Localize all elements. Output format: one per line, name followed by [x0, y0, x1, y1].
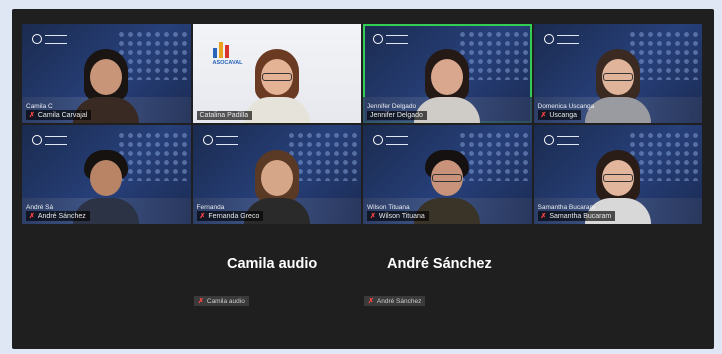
participant-name-label: ✗ Samantha Bucaram [537, 211, 616, 221]
video-tile-active-speaker[interactable]: Jennifer Delgado Jennifer Delgado [363, 24, 532, 123]
tile-caption: André Sá [26, 204, 54, 211]
glasses-icon [432, 174, 463, 182]
tile-caption: Wilson Tituana [367, 204, 410, 211]
glasses-icon [261, 73, 292, 81]
video-tile[interactable]: Fernanda ✗ Fernanda Greco [192, 125, 361, 224]
participant-name-label: ✗ Fernanda Greco [196, 211, 264, 221]
participant-name-label: Catalina Padilla [196, 111, 253, 120]
org-logo-icon [32, 135, 67, 145]
video-tile[interactable]: André Sá ✗ André Sánchez [22, 125, 191, 224]
mic-muted-icon: ✗ [199, 213, 206, 220]
mic-muted-icon: ✗ [540, 213, 547, 220]
audio-participant-label: ✗ André Sánchez [364, 296, 426, 306]
mic-muted-icon: ✗ [29, 213, 35, 220]
video-tile[interactable]: Camila C ✗ Camila Carvajal [22, 24, 191, 123]
video-tile[interactable]: ASOCAVAL Catalina Padilla [192, 24, 361, 123]
participant-name-label: ✗ Uscanga [537, 110, 582, 120]
participant-video [583, 45, 653, 123]
participant-video [242, 45, 312, 123]
video-tile[interactable]: Domenica Uscanga ✗ Uscanga [533, 24, 702, 123]
org-logo-icon [32, 34, 67, 44]
video-grid: Camila C ✗ Camila Carvajal ASOCAVAL Cata… [22, 24, 702, 224]
video-tile[interactable]: Wilson Tituana ✗ Wilson Tituana [363, 125, 532, 224]
tile-caption: Samantha Bucaram [537, 204, 595, 211]
tile-caption: Jennifer Delgado [367, 103, 417, 110]
mic-muted-icon: ✗ [368, 298, 374, 305]
org-logo-icon [543, 135, 579, 145]
org-logo-icon [543, 34, 579, 44]
org-logo-icon [373, 135, 408, 145]
mic-muted-icon: ✗ [29, 112, 35, 119]
tile-caption: Camila C [26, 103, 53, 110]
org-logo-icon [373, 34, 408, 44]
tile-caption: Domenica Uscanga [537, 103, 595, 110]
asocaval-logo: ASOCAVAL [212, 42, 243, 66]
glasses-icon [602, 174, 633, 182]
participant-name-label: ✗ Camila Carvajal [26, 110, 92, 120]
mic-muted-icon: ✗ [540, 112, 547, 119]
audio-participant-name[interactable]: Camila audio [227, 256, 317, 272]
tile-caption: Fernanda [196, 204, 225, 211]
participant-name-label: ✗ Wilson Tituana [367, 211, 429, 221]
asocaval-logo-icon [212, 42, 229, 58]
mic-muted-icon: ✗ [370, 213, 376, 220]
glasses-icon [602, 73, 633, 81]
participant-name-label: Jennifer Delgado [367, 111, 427, 120]
meeting-window: Camila C ✗ Camila Carvajal ASOCAVAL Cata… [12, 9, 714, 349]
org-logo-icon [202, 135, 238, 145]
mic-muted-icon: ✗ [198, 298, 204, 305]
participant-name-label: ✗ André Sánchez [26, 211, 90, 221]
audio-participant-label: ✗ Camila audio [194, 296, 249, 306]
audio-participant-name[interactable]: André Sánchez [387, 256, 492, 272]
video-tile[interactable]: Samantha Bucaram ✗ Samantha Bucaram [533, 125, 702, 224]
